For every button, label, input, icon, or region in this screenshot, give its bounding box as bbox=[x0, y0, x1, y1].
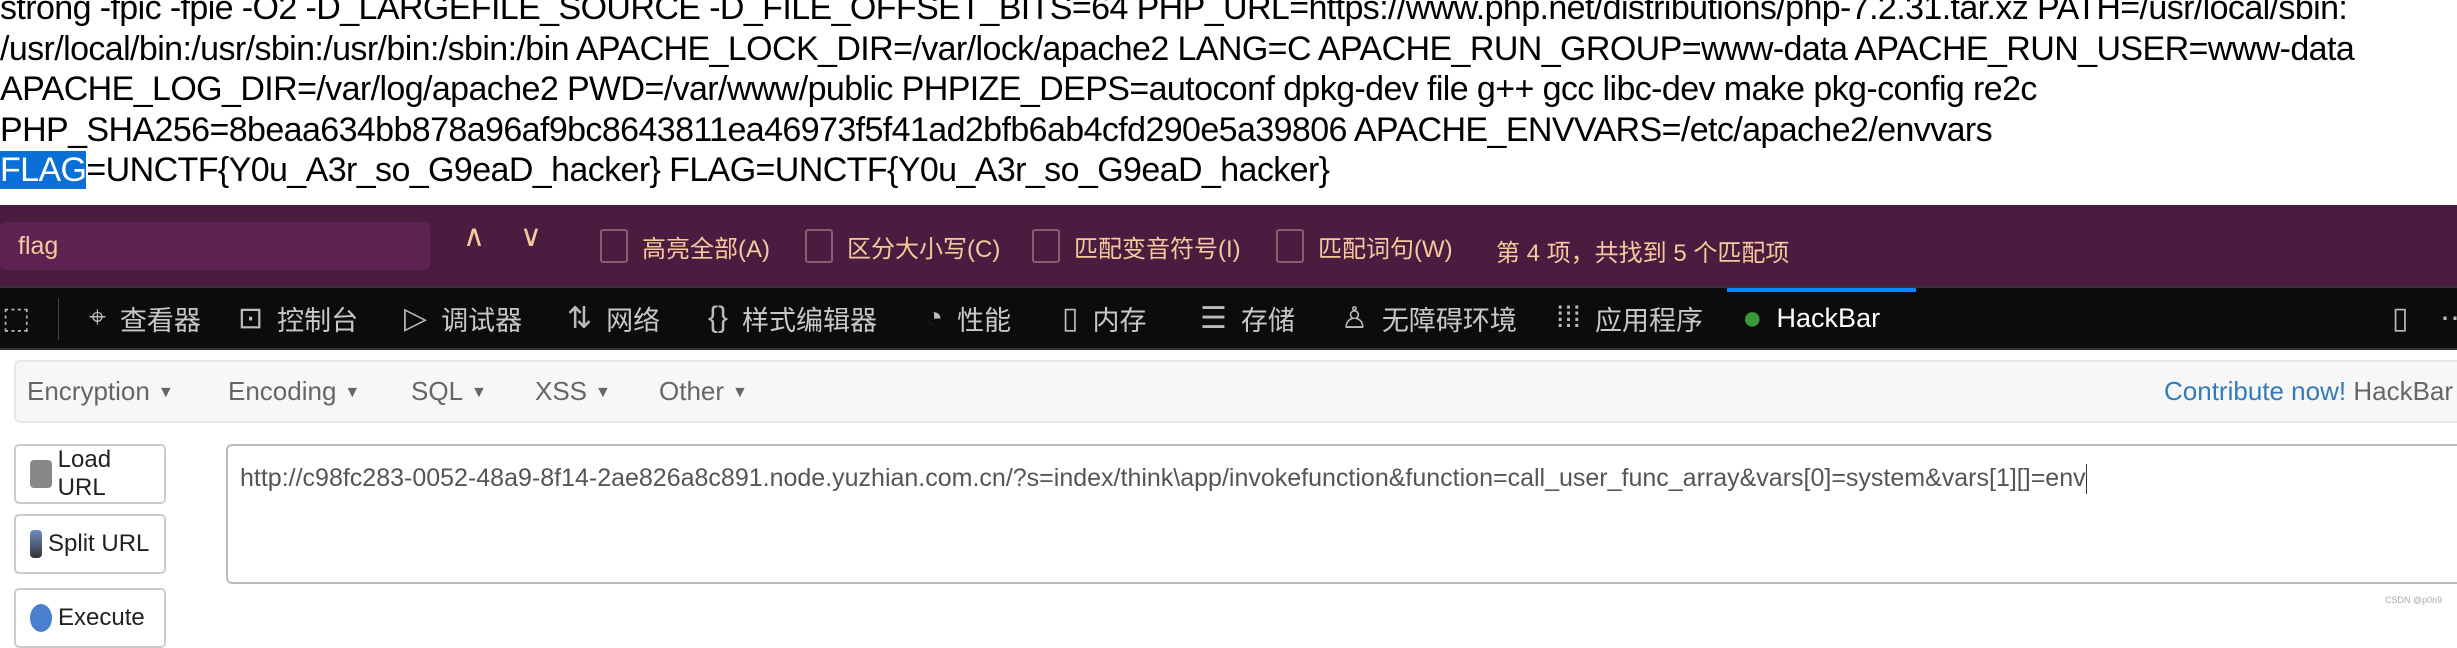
devtools-toolbar: ⬚ ⌖ 查看器 ⊡ 控制台 ▷ 调试器 ⇅ 网络 {} 样式编辑器 ◔ 性能 ▯ 内存 ☰ 存储… bbox=[0, 286, 2457, 350]
element-picker-button[interactable]: ⬚ bbox=[2, 288, 44, 348]
flag-text: =UNCTF{Y0u_A3r_so_G9eaD_hacker} FLAG=UNC… bbox=[86, 151, 1330, 189]
load-url-button[interactable]: Load URL bbox=[14, 444, 166, 504]
hackbar-menu: Encryption ▼ Encoding ▼ SQL ▼ XSS ▼ Other ▼ C… bbox=[14, 360, 2457, 423]
tab-label: 性能 bbox=[957, 305, 1012, 336]
watermark: CSDN @p0n9 bbox=[2385, 595, 2443, 605]
env-line: /usr/local/bin:/usr/sbin:/usr/bin:/sbin:… bbox=[0, 30, 2355, 68]
env-line: APACHE_LOG_DIR=/var/log/apache2 PWD=/var… bbox=[0, 70, 2037, 108]
find-bar: flag ∧ ∨ 高亮全部(A) 区分大小写(C) 匹配变音符号(I) 匹配词句… bbox=[0, 205, 2457, 286]
split-url-button[interactable]: Split URL bbox=[14, 514, 166, 574]
caret-down-icon: ▼ bbox=[595, 384, 611, 402]
tab-label: 网络 bbox=[606, 305, 661, 336]
tab-label: 内存 bbox=[1092, 305, 1147, 336]
tab-network[interactable]: ⇅ 网络 bbox=[567, 288, 660, 348]
tab-console[interactable]: ⊡ 控制台 bbox=[238, 288, 358, 348]
env-line: strong -fpic -fpie -O2 -D_LARGEFILE_SOUR… bbox=[0, 0, 2348, 27]
tab-label: 存储 bbox=[1240, 305, 1295, 336]
tab-hackbar[interactable]: ● HackBar bbox=[1742, 288, 1880, 348]
memory-icon: ▯ bbox=[1062, 301, 1079, 335]
checkbox-box[interactable] bbox=[1032, 229, 1060, 263]
menu-label: Encoding bbox=[228, 376, 337, 406]
url-text: http://c98fc283-0052-48a9-8f14-2ae826a8c… bbox=[240, 464, 2086, 492]
responsive-design-icon: ▯ bbox=[2392, 301, 2409, 335]
contribute-link[interactable]: Contribute now! HackBar bbox=[2164, 376, 2453, 407]
storage-icon: ☰ bbox=[1200, 301, 1227, 335]
find-next-button[interactable]: ∨ bbox=[520, 219, 542, 254]
button-label: Split URL bbox=[48, 530, 150, 557]
scissors-icon bbox=[30, 530, 42, 558]
inspector-icon: ⌖ bbox=[89, 301, 106, 334]
more-options-button[interactable]: ⋯ bbox=[2440, 288, 2457, 348]
execute-icon bbox=[30, 604, 52, 632]
tab-application[interactable]: ⁞⁞⁞ 应用程序 bbox=[1556, 288, 1703, 348]
checkbox-label: 匹配词句(W) bbox=[1318, 235, 1453, 263]
tab-label: 控制台 bbox=[277, 305, 359, 336]
tab-label: 查看器 bbox=[119, 305, 201, 336]
menu-label: SQL bbox=[411, 376, 464, 406]
match-diacritics-checkbox[interactable]: 匹配变音符号(I) bbox=[1032, 229, 1241, 263]
tab-accessibility[interactable]: ♙ 无障碍环境 bbox=[1341, 288, 1517, 348]
execute-button[interactable]: Execute bbox=[14, 588, 166, 648]
load-url-icon bbox=[30, 460, 52, 488]
menu-sql[interactable]: SQL ▼ bbox=[411, 376, 487, 407]
caret-down-icon: ▼ bbox=[157, 384, 174, 402]
style-editor-icon: {} bbox=[708, 301, 729, 334]
menu-encoding[interactable]: Encoding ▼ bbox=[228, 376, 360, 407]
menu-label: Other bbox=[659, 376, 725, 406]
checkbox-box[interactable] bbox=[1276, 229, 1304, 263]
match-case-checkbox[interactable]: 区分大小写(C) bbox=[805, 229, 1000, 263]
menu-xss[interactable]: XSS ▼ bbox=[535, 376, 611, 407]
console-icon: ⊡ bbox=[238, 301, 264, 335]
whole-words-checkbox[interactable]: 匹配词句(W) bbox=[1276, 229, 1453, 263]
page-content: strong -fpic -fpie -O2 -D_LARGEFILE_SOUR… bbox=[0, 0, 2457, 205]
caret-down-icon: ▼ bbox=[732, 384, 748, 402]
button-label: Execute bbox=[58, 604, 145, 631]
menu-encryption[interactable]: Encryption ▼ bbox=[27, 376, 174, 407]
tab-label: 调试器 bbox=[441, 305, 523, 336]
menu-other[interactable]: Other ▼ bbox=[659, 376, 748, 407]
tab-label: 应用程序 bbox=[1595, 305, 1704, 336]
caret-down-icon: ▼ bbox=[471, 384, 487, 402]
menu-label: Encryption bbox=[27, 376, 150, 406]
menu-label: XSS bbox=[535, 376, 588, 406]
find-highlight: FLAG bbox=[0, 151, 87, 189]
hackbar-icon: ● bbox=[1742, 298, 1763, 337]
checkbox-label: 高亮全部(A) bbox=[642, 235, 770, 263]
flag-line: FLAG=UNCTF{Y0u_A3r_so_G9eaD_hacker} FLAG… bbox=[0, 150, 1330, 190]
caret-down-icon: ▼ bbox=[344, 384, 361, 402]
env-line: PHP_SHA256=8beaa634bb878a96af9bc8643811e… bbox=[0, 111, 1993, 149]
checkbox-label: 区分大小写(C) bbox=[847, 235, 1001, 263]
application-icon: ⁞⁞⁞ bbox=[1556, 301, 1582, 334]
tab-performance[interactable]: ◔ 性能 bbox=[925, 288, 1011, 348]
highlight-all-checkbox[interactable]: 高亮全部(A) bbox=[600, 229, 770, 263]
find-input[interactable]: flag bbox=[0, 222, 430, 270]
tab-memory[interactable]: ▯ 内存 bbox=[1062, 288, 1147, 348]
text-cursor bbox=[2085, 464, 2087, 495]
performance-icon: ◔ bbox=[925, 301, 944, 334]
tab-storage[interactable]: ☰ 存储 bbox=[1200, 288, 1295, 348]
accessibility-icon: ♙ bbox=[1341, 301, 1368, 335]
tab-label: HackBar bbox=[1776, 302, 1881, 333]
tab-label: 无障碍环境 bbox=[1381, 305, 1517, 336]
more-icon: ⋯ bbox=[2440, 301, 2457, 335]
url-textarea[interactable]: http://c98fc283-0052-48a9-8f14-2ae826a8c… bbox=[226, 444, 2457, 584]
divider bbox=[58, 298, 59, 340]
element-picker-icon: ⬚ bbox=[2, 301, 31, 335]
find-previous-button[interactable]: ∧ bbox=[463, 219, 485, 254]
contribute-text[interactable]: Contribute now! bbox=[2164, 376, 2346, 406]
network-icon: ⇅ bbox=[567, 301, 593, 335]
checkbox-label: 匹配变音符号(I) bbox=[1074, 235, 1241, 263]
tab-label: 样式编辑器 bbox=[742, 305, 878, 336]
tab-inspector[interactable]: ⌖ 查看器 bbox=[89, 288, 201, 348]
responsive-design-button[interactable]: ▯ bbox=[2392, 288, 2423, 348]
tab-debugger[interactable]: ▷ 调试器 bbox=[404, 288, 522, 348]
tab-style-editor[interactable]: {} 样式编辑器 bbox=[708, 288, 877, 348]
checkbox-box[interactable] bbox=[805, 229, 833, 263]
hackbar-brand: HackBar bbox=[2353, 376, 2454, 406]
debugger-icon: ▷ bbox=[404, 301, 428, 335]
checkbox-box[interactable] bbox=[600, 229, 628, 263]
find-status: 第 4 项，共找到 5 个匹配项 bbox=[1496, 240, 1790, 267]
button-label: Load URL bbox=[57, 446, 112, 501]
